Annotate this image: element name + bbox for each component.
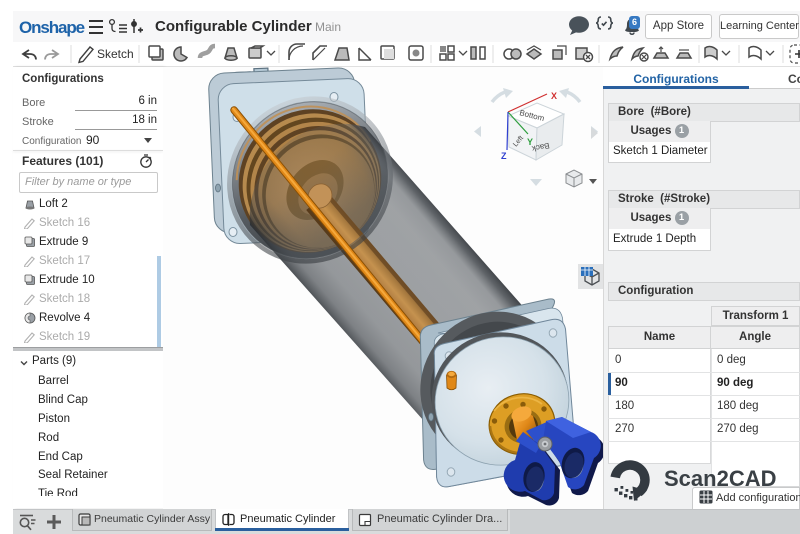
svg-text:X: X (551, 91, 557, 101)
svg-text:Z: Z (501, 151, 507, 161)
svg-text:Y: Y (527, 137, 533, 147)
